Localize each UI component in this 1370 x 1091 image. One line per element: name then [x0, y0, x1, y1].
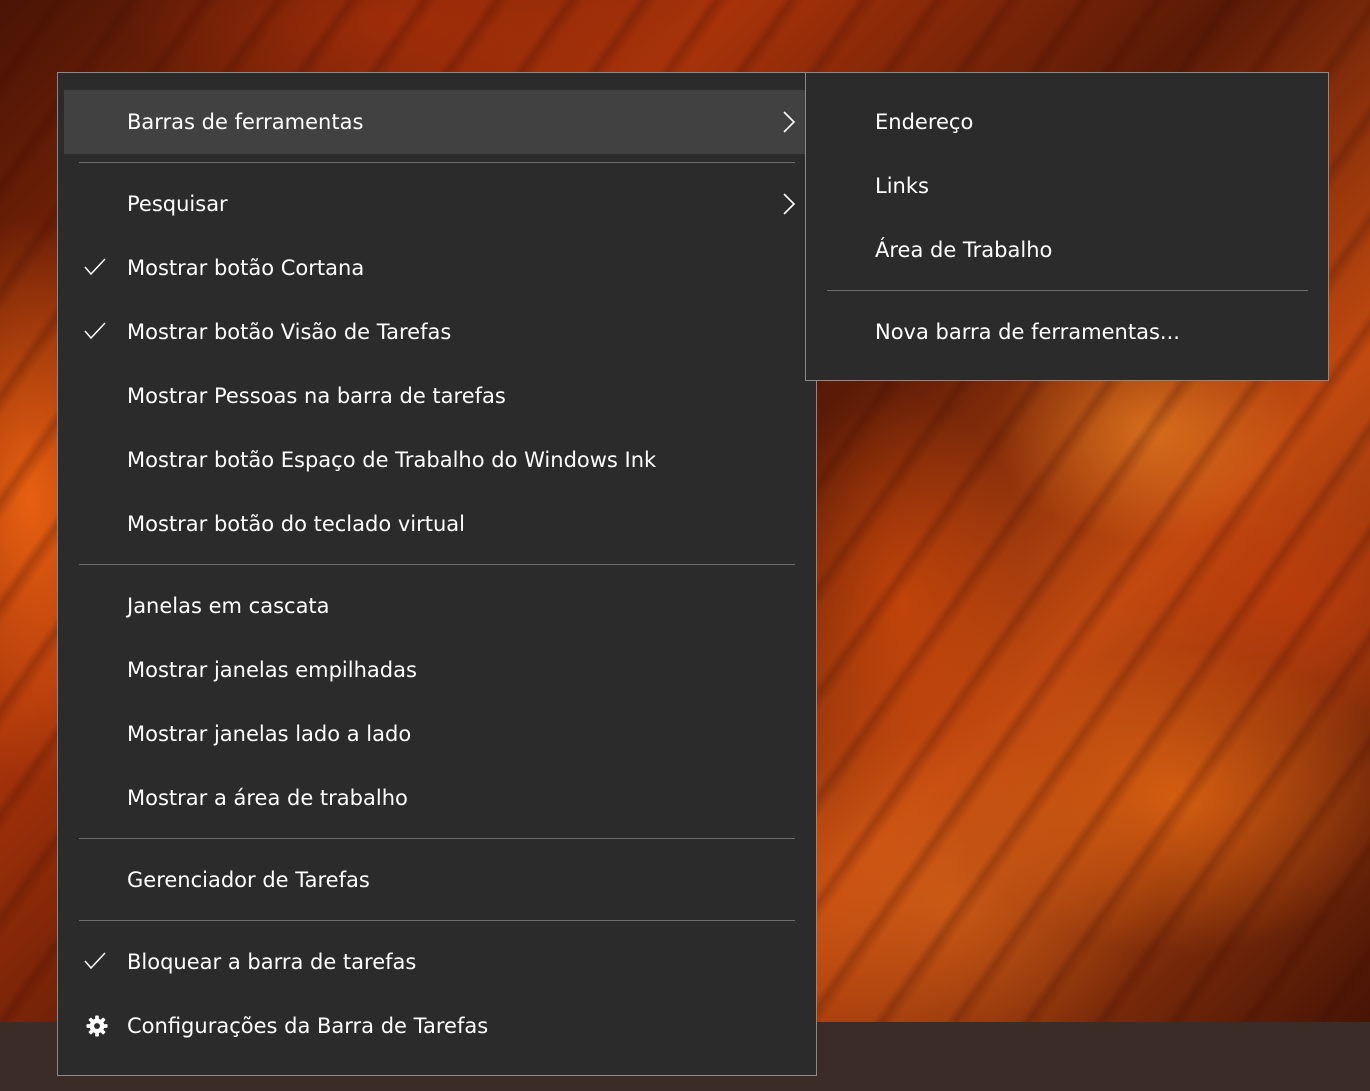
menu-item-label: Mostrar botão Espaço de Trabalho do Wind…: [127, 448, 657, 472]
menu-item-label: Barras de ferramentas: [127, 110, 364, 134]
menu-item-label: Endereço: [875, 110, 974, 134]
submenu-item-new-toolbar[interactable]: Nova barra de ferramentas...: [806, 300, 1328, 364]
menu-item-label: Nova barra de ferramentas...: [875, 320, 1180, 344]
menu-item-label: Bloquear a barra de tarefas: [127, 950, 417, 974]
submenu-item-links[interactable]: Links: [806, 154, 1328, 218]
menu-item-show-touch-keyboard[interactable]: Mostrar botão do teclado virtual: [64, 492, 810, 556]
menu-item-show-desktop[interactable]: Mostrar a área de trabalho: [64, 766, 810, 830]
menu-item-label: Links: [875, 174, 929, 198]
menu-item-label: Área de Trabalho: [875, 238, 1053, 262]
menu-item-taskbar-settings[interactable]: Configurações da Barra de Tarefas: [64, 994, 810, 1058]
menu-separator: [79, 838, 795, 839]
menu-item-lock-taskbar[interactable]: Bloquear a barra de tarefas: [64, 930, 810, 994]
chevron-right-icon: [783, 193, 796, 215]
checkmark-icon: [84, 322, 106, 340]
menu-item-show-side-by-side[interactable]: Mostrar janelas lado a lado: [64, 702, 810, 766]
checkmark-icon: [84, 952, 106, 970]
menu-item-show-stacked[interactable]: Mostrar janelas empilhadas: [64, 638, 810, 702]
toolbars-submenu: Endereço Links Área de Trabalho Nova bar…: [805, 72, 1329, 381]
submenu-item-address[interactable]: Endereço: [806, 90, 1328, 154]
menu-item-label: Mostrar Pessoas na barra de tarefas: [127, 384, 506, 408]
menu-item-task-manager[interactable]: Gerenciador de Tarefas: [64, 848, 810, 912]
menu-item-cascade-windows[interactable]: Janelas em cascata: [64, 574, 810, 638]
menu-item-label: Janelas em cascata: [127, 594, 330, 618]
menu-item-show-people[interactable]: Mostrar Pessoas na barra de tarefas: [64, 364, 810, 428]
menu-item-search[interactable]: Pesquisar: [64, 172, 810, 236]
menu-item-label: Mostrar janelas lado a lado: [127, 722, 412, 746]
menu-item-label: Configurações da Barra de Tarefas: [127, 1014, 489, 1038]
menu-item-label: Mostrar a área de trabalho: [127, 786, 408, 810]
submenu-item-desktop[interactable]: Área de Trabalho: [806, 218, 1328, 282]
menu-item-label: Mostrar botão Cortana: [127, 256, 365, 280]
menu-item-toolbars[interactable]: Barras de ferramentas: [64, 90, 810, 154]
chevron-right-icon: [783, 111, 796, 133]
menu-item-show-ink-workspace[interactable]: Mostrar botão Espaço de Trabalho do Wind…: [64, 428, 810, 492]
menu-item-label: Gerenciador de Tarefas: [127, 868, 370, 892]
menu-item-label: Pesquisar: [127, 192, 228, 216]
menu-separator: [79, 564, 795, 565]
menu-item-label: Mostrar botão Visão de Tarefas: [127, 320, 452, 344]
menu-separator: [79, 920, 795, 921]
menu-item-label: Mostrar botão do teclado virtual: [127, 512, 466, 536]
checkmark-icon: [84, 258, 106, 276]
menu-separator: [79, 162, 795, 163]
gear-icon: [86, 1015, 108, 1037]
menu-item-label: Mostrar janelas empilhadas: [127, 658, 417, 682]
menu-separator: [827, 290, 1308, 291]
menu-item-show-task-view[interactable]: Mostrar botão Visão de Tarefas: [64, 300, 810, 364]
taskbar-context-menu: Barras de ferramentas Pesquisar Mostrar …: [57, 72, 817, 1076]
menu-item-show-cortana[interactable]: Mostrar botão Cortana: [64, 236, 810, 300]
